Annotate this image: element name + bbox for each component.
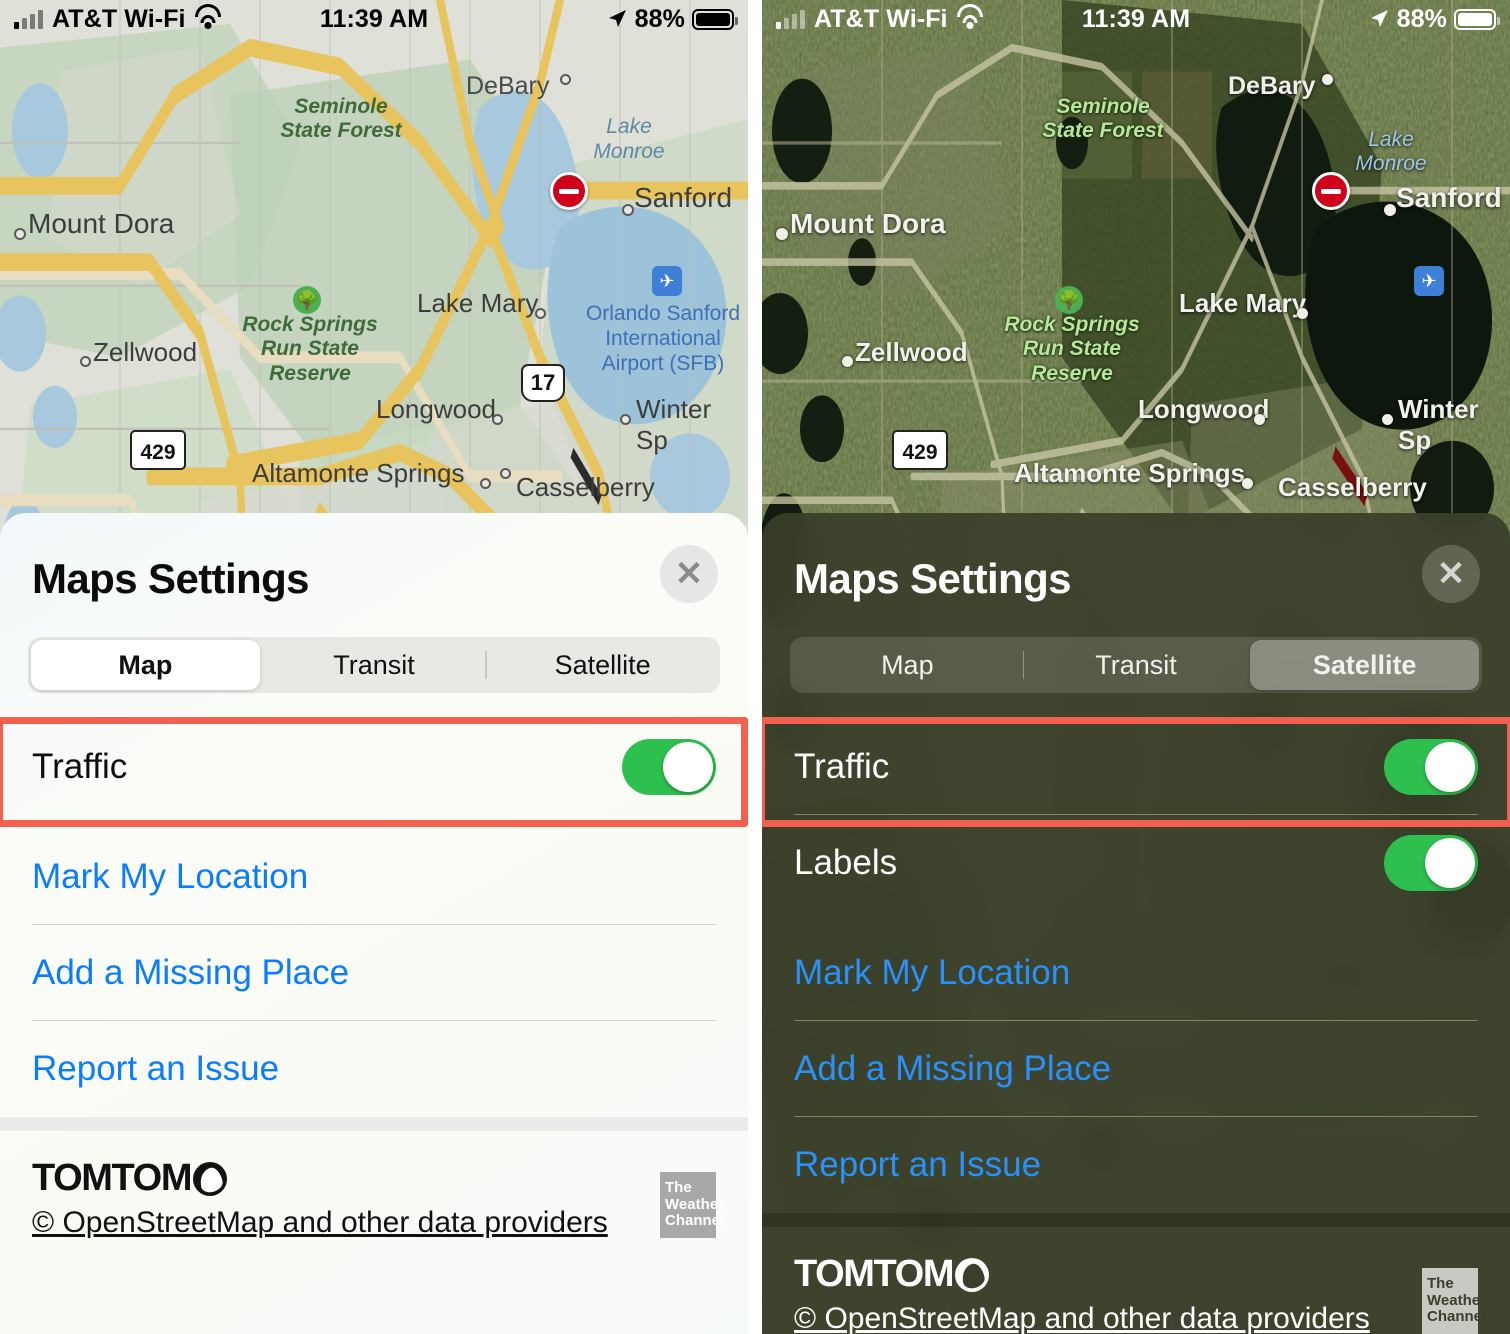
battery-icon [1454, 8, 1500, 30]
sheet-header: Maps Settings ✕ [762, 513, 1510, 603]
traffic-toggle[interactable] [622, 739, 716, 795]
map-mode-segmented-control[interactable]: Map Transit Satellite [790, 637, 1482, 693]
wifi-icon [956, 3, 983, 29]
maps-settings-sheet: Maps Settings ✕ Map Transit Satellite Tr… [762, 513, 1510, 1334]
cellular-bars-icon [14, 9, 43, 29]
location-arrow-icon [608, 10, 626, 27]
panel-gutter [748, 0, 762, 1334]
link-add-a-missing-place[interactable]: Add a Missing Place [0, 925, 748, 1021]
tab-satellite[interactable]: Satellite [488, 640, 717, 690]
clock-label: 11:39 AM [1081, 4, 1191, 33]
tomtom-hand-icon [955, 1257, 990, 1292]
status-bar: AT&T Wi-Fi 11:39 AM 88% [762, 0, 1510, 38]
tab-map[interactable]: Map [31, 640, 260, 690]
wifi-icon [194, 3, 221, 29]
traffic-toggle[interactable] [1384, 739, 1478, 795]
map-mode-segmented-control[interactable]: Map Transit Satellite [28, 637, 720, 693]
tab-map[interactable]: Map [793, 640, 1022, 690]
location-arrow-icon [1370, 10, 1388, 27]
cellular-bars-icon [776, 9, 805, 29]
settings-rows: Traffic [0, 719, 748, 815]
battery-icon [692, 8, 738, 30]
row-label-labels: Labels [794, 843, 898, 882]
maps-settings-sheet: Maps Settings ✕ Map Transit Satellite Tr… [0, 513, 748, 1334]
status-bar: AT&T Wi-Fi 11:39 AM 88% [0, 0, 748, 38]
tomtom-logo: TOMTOM [32, 1157, 716, 1200]
page-title: Maps Settings [794, 555, 1072, 602]
action-links: Mark My Location Add a Missing Place Rep… [0, 829, 748, 1117]
carrier-label: AT&T Wi-Fi [814, 4, 948, 33]
settings-rows: Traffic Labels [762, 719, 1510, 911]
row-traffic[interactable]: Traffic [762, 719, 1510, 815]
weather-channel-badge: The Weather Channel [660, 1172, 724, 1238]
attribution-footer: TOMTOM © OpenStreetMap and other data pr… [0, 1117, 748, 1262]
tomtom-logo: TOMTOM [794, 1253, 1478, 1296]
link-report-an-issue[interactable]: Report an Issue [762, 1117, 1510, 1213]
close-icon[interactable]: ✕ [1422, 545, 1480, 603]
link-add-a-missing-place[interactable]: Add a Missing Place [762, 1021, 1510, 1117]
carrier-label: AT&T Wi-Fi [52, 4, 186, 33]
tab-satellite[interactable]: Satellite [1250, 640, 1480, 690]
phone-screenshot-map-mode: Seminole State Forest DeBary Lake Monroe S… [0, 0, 748, 1334]
battery-percent-label: 88% [634, 4, 685, 33]
attribution-footer: TOMTOM © OpenStreetMap and other data pr… [762, 1213, 1510, 1334]
comparison-stage: Seminole State Forest DeBary Lake Monroe S… [0, 0, 1510, 1334]
labels-toggle[interactable] [1384, 835, 1478, 891]
link-mark-my-location[interactable]: Mark My Location [762, 925, 1510, 1021]
battery-percent-label: 88% [1396, 4, 1447, 33]
sheet-header: Maps Settings ✕ [0, 513, 748, 603]
openstreetmap-attribution-link[interactable]: © OpenStreetMap and other data providers [32, 1206, 608, 1240]
row-labels[interactable]: Labels [762, 815, 1510, 911]
openstreetmap-attribution-link[interactable]: © OpenStreetMap and other data providers [794, 1302, 1370, 1334]
clock-label: 11:39 AM [319, 4, 429, 33]
tab-transit[interactable]: Transit [1022, 640, 1251, 690]
row-traffic[interactable]: Traffic [0, 719, 748, 815]
link-report-an-issue[interactable]: Report an Issue [0, 1021, 748, 1117]
weather-channel-badge: The Weather Channel [1422, 1268, 1486, 1334]
tab-transit[interactable]: Transit [260, 640, 489, 690]
row-label-traffic: Traffic [32, 747, 128, 786]
link-mark-my-location[interactable]: Mark My Location [0, 829, 748, 925]
tomtom-hand-icon [193, 1161, 228, 1196]
action-links: Mark My Location Add a Missing Place Rep… [762, 925, 1510, 1213]
row-label-traffic: Traffic [794, 747, 890, 786]
page-title: Maps Settings [32, 555, 310, 602]
phone-screenshot-satellite-mode: Seminole State Forest DeBary Lake Monroe … [762, 0, 1510, 1334]
close-icon[interactable]: ✕ [660, 545, 718, 603]
